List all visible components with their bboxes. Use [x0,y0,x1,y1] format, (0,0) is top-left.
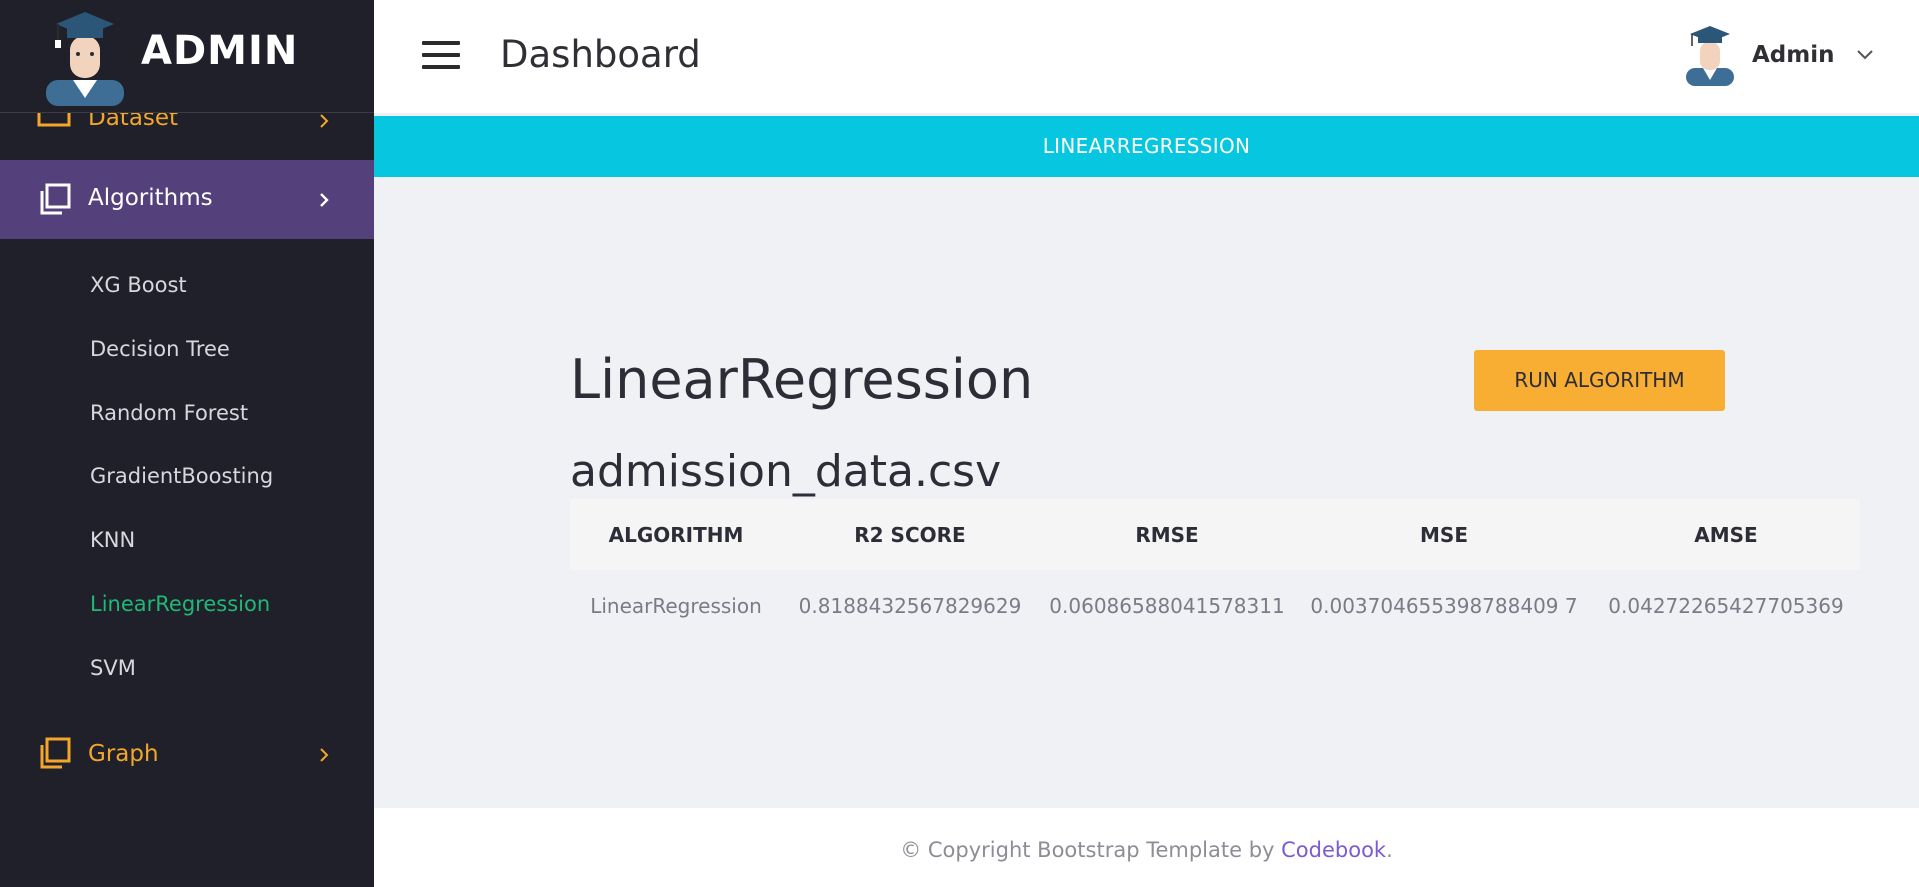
footer-trailing: . [1386,838,1393,862]
sidebar-subitem-gradient-boosting[interactable]: GradientBoosting [90,464,273,488]
page-title: Dashboard [500,33,701,76]
sidebar-subitem-xgboost[interactable]: XG Boost [90,273,187,297]
cell-algorithm: LinearRegression [590,594,762,618]
sidebar-subitem-random-forest[interactable]: Random Forest [90,401,248,425]
sidebar: Dataset ADMIN Algorithms XG Boost Decisi… [0,0,374,887]
table-header-row: ALGORITHM R2 SCORE RMSE MSE AMSE [570,499,1860,570]
chevron-right-icon [320,114,329,128]
footer-codebook-link[interactable]: Codebook [1281,838,1386,862]
sidebar-item-label: Algorithms [88,185,213,211]
brand-title: ADMIN [141,28,299,74]
sidebar-item-algorithms[interactable]: Algorithms [0,160,374,239]
top-navbar: Dashboard Admin [374,0,1919,113]
chevron-right-icon [320,193,329,207]
cell-rmse: 0.06086588041578311 [1049,594,1285,618]
footer-copyright-text: © Copyright Bootstrap Template by [900,838,1282,862]
chevron-right-icon [320,748,329,762]
sidebar-subitem-linear-regression[interactable]: LinearRegression [90,592,270,616]
sidebar-item-graph[interactable]: Graph [0,735,374,795]
column-header-amse: AMSE [1592,499,1860,570]
column-header-mse: MSE [1296,499,1592,570]
column-header-algorithm: ALGORITHM [570,499,782,570]
column-header-r2-score: R2 SCORE [782,499,1038,570]
table-row: LinearRegression 0.8188432567829629 0.06… [570,570,1860,642]
run-algorithm-button[interactable]: RUN ALGORITHM [1474,350,1725,411]
hamburger-menu-icon[interactable] [422,41,460,69]
results-table: ALGORITHM R2 SCORE RMSE MSE AMSE LinearR… [570,499,1860,642]
chevron-down-icon[interactable] [1856,48,1874,62]
dataset-file-name: admission_data.csv [570,446,1002,497]
sidebar-item-label: Graph [88,741,159,767]
algorithm-title: LinearRegression [570,348,1034,411]
column-header-rmse: RMSE [1038,499,1296,570]
cell-r2-score: 0.8188432567829629 [798,594,1022,618]
brand-header: ADMIN [0,0,374,113]
algorithm-banner: LINEARREGRESSION [374,116,1919,177]
footer: © Copyright Bootstrap Template by Codebo… [374,808,1919,887]
cell-amse: 0.04272265427705369 [1608,594,1844,618]
cell-mse: 0.003704655398788409 7 [1310,594,1578,618]
copy-icon [40,737,71,769]
sidebar-subitem-svm[interactable]: SVM [90,656,136,680]
graduate-avatar-icon [46,12,124,106]
user-avatar-icon[interactable] [1682,22,1738,86]
sidebar-subitem-decision-tree[interactable]: Decision Tree [90,337,230,361]
copy-icon [40,183,71,215]
user-name[interactable]: Admin [1752,42,1835,68]
sidebar-subitem-knn[interactable]: KNN [90,528,135,552]
